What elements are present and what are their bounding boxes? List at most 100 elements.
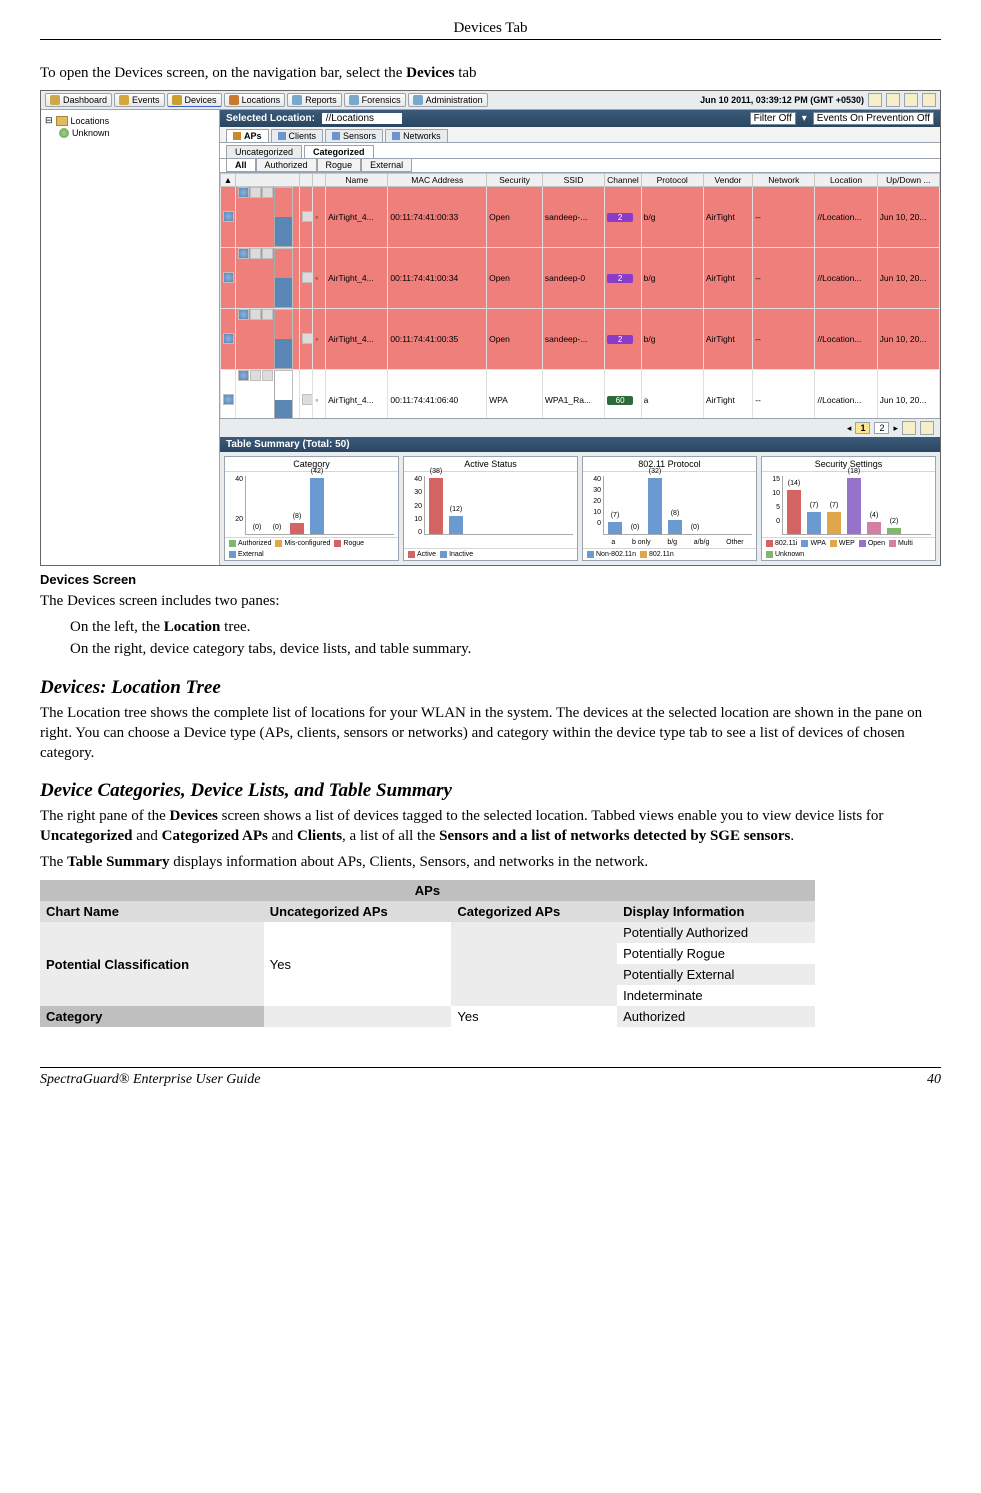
col-blank[interactable]: ▲ <box>221 174 236 187</box>
col-blank2[interactable] <box>300 174 313 187</box>
pager-prev[interactable]: ◂ <box>847 423 852 434</box>
col-icons[interactable] <box>236 174 300 187</box>
col-security[interactable]: Security <box>487 174 543 187</box>
nav-locations[interactable]: Locations <box>224 93 286 107</box>
tab-label: Clients <box>289 131 317 141</box>
t: Sensors and a list of networks detected … <box>439 828 790 844</box>
tab-categorized[interactable]: Categorized <box>304 145 374 158</box>
chart-bar: (7) <box>608 522 622 534</box>
chart-legend: ActiveInactive <box>404 548 577 560</box>
toolbar-mini-3[interactable] <box>904 93 918 107</box>
flag-icon <box>302 211 312 222</box>
toolbar-right: Jun 10 2011, 03:39:12 PM (GMT +0530) <box>700 93 936 107</box>
nav-dashboard[interactable]: Dashboard <box>45 93 112 107</box>
li-bold: Location <box>164 619 221 635</box>
chart-bar: (8) <box>290 523 304 534</box>
table-row[interactable]: ◦AirTight_4...00:11:74:41:06:40WPAWPA1_R… <box>221 370 940 419</box>
t: . <box>790 828 794 844</box>
sensor-icon <box>332 132 340 140</box>
chart-legend: Non-802.11n802.11n <box>583 548 756 560</box>
nav-events[interactable]: Events <box>114 93 165 107</box>
subtab-authorized[interactable]: Authorized <box>256 159 317 172</box>
col-name[interactable]: Name <box>326 174 388 187</box>
devices-icon <box>172 95 182 105</box>
signal-icon <box>274 370 293 418</box>
col-channel[interactable]: Channel <box>605 174 641 187</box>
device-type-tabs: APs Clients Sensors Networks <box>220 127 940 143</box>
col-mac[interactable]: MAC Address <box>388 174 487 187</box>
t: Clients <box>297 828 342 844</box>
pager-opt-2[interactable] <box>920 421 934 435</box>
col-protocol[interactable]: Protocol <box>641 174 703 187</box>
col-blank3[interactable] <box>313 174 326 187</box>
devices-screenshot: Dashboard Events Devices Locations Repor… <box>40 90 941 566</box>
intro-bold: Devices <box>406 65 454 81</box>
intro-paragraph: To open the Devices screen, on the navig… <box>40 65 941 82</box>
tab-networks[interactable]: Networks <box>385 129 448 142</box>
subtab-rogue[interactable]: Rogue <box>317 159 362 172</box>
signal-icon <box>274 248 293 308</box>
nav-forensics[interactable]: Forensics <box>344 93 406 107</box>
client-icon <box>278 132 286 140</box>
subtab-external[interactable]: External <box>361 159 412 172</box>
table-row[interactable]: ◦AirTight_4...00:11:74:41:00:33Opensande… <box>221 187 940 248</box>
clock-text: Jun 10 2011, 03:39:12 PM (GMT +0530) <box>700 95 864 105</box>
col-network[interactable]: Network <box>753 174 815 187</box>
t: Categorized APs <box>162 828 268 844</box>
intro-prefix: To open the Devices screen, on the navig… <box>40 65 406 81</box>
device-table: ▲ Name MAC Address Security SSID Channel… <box>220 173 940 418</box>
col-updown[interactable]: Up/Down ... <box>877 174 939 187</box>
pager-page-1[interactable]: 1 <box>855 422 870 434</box>
device-table-wrap: ▲ Name MAC Address Security SSID Channel… <box>220 173 940 418</box>
nav-label: Locations <box>242 95 281 105</box>
wifi-icon <box>238 309 249 320</box>
col-location[interactable]: Location <box>815 174 877 187</box>
table-row[interactable]: ◦AirTight_4...00:11:74:41:00:34Opensande… <box>221 248 940 309</box>
chart-legend: AuthorizedMis-configuredRogueExternal <box>225 537 398 560</box>
page-header: Devices Tab <box>40 20 941 39</box>
tree-root[interactable]: ⊟ Locations <box>45 114 215 127</box>
tree-child[interactable]: Unknown <box>45 127 215 139</box>
chart-bar: (18) <box>847 478 861 534</box>
funnel-icon[interactable]: ▾ <box>802 113 807 124</box>
nav-devices[interactable]: Devices <box>167 93 222 107</box>
status-icon <box>223 333 234 344</box>
li-prefix: On the left, the <box>70 619 164 635</box>
pager-page-2[interactable]: 2 <box>874 422 889 434</box>
pager-next[interactable]: ▸ <box>893 423 898 434</box>
status-icon <box>223 272 234 283</box>
t: The right pane of the <box>40 808 170 824</box>
pager-bar: ◂ 1 2 ▸ <box>220 418 940 437</box>
toolbar-mini-2[interactable] <box>886 93 900 107</box>
tag-icon <box>262 248 273 259</box>
selected-location-bar: Selected Location: //Locations Filter Of… <box>220 110 940 127</box>
col-ssid[interactable]: SSID <box>542 174 604 187</box>
col-vendor[interactable]: Vendor <box>703 174 752 187</box>
toolbar-mini-1[interactable] <box>868 93 882 107</box>
printer-icon <box>250 309 261 320</box>
toolbar-mini-4[interactable] <box>922 93 936 107</box>
tab-uncategorized[interactable]: Uncategorized <box>226 145 302 158</box>
nav-label: Forensics <box>362 95 401 105</box>
toolbar-left: Dashboard Events Devices Locations Repor… <box>45 93 488 107</box>
tab-sensors[interactable]: Sensors <box>325 129 383 142</box>
subtab-all[interactable]: All <box>226 159 256 172</box>
wifi-icon <box>238 187 249 198</box>
t: and <box>268 828 297 844</box>
tab-aps[interactable]: APs <box>226 129 269 142</box>
tab-clients[interactable]: Clients <box>271 129 324 142</box>
signal-icon <box>274 309 293 369</box>
events-prevention-chip[interactable]: Events On Prevention Off <box>813 112 934 125</box>
aps-disp-row: Potentially Authorized <box>617 922 815 943</box>
chart-box: Active Status403020100(38)(12)ActiveInac… <box>403 456 578 561</box>
chart-box: Security Settings151050(14)(7)(7)(18)(4)… <box>761 456 936 561</box>
t: Table Summary <box>67 854 169 870</box>
filter-off-chip[interactable]: Filter Off <box>750 112 796 125</box>
table-row[interactable]: ◦AirTight_4...00:11:74:41:00:35Opensande… <box>221 309 940 370</box>
pager-opt-1[interactable] <box>902 421 916 435</box>
chart-bar: (38) <box>429 478 443 534</box>
nav-administration[interactable]: Administration <box>408 93 488 107</box>
nav-reports[interactable]: Reports <box>287 93 342 107</box>
list-item: On the right, device category tabs, devi… <box>70 639 941 661</box>
chart-bar: (42) <box>310 478 324 534</box>
